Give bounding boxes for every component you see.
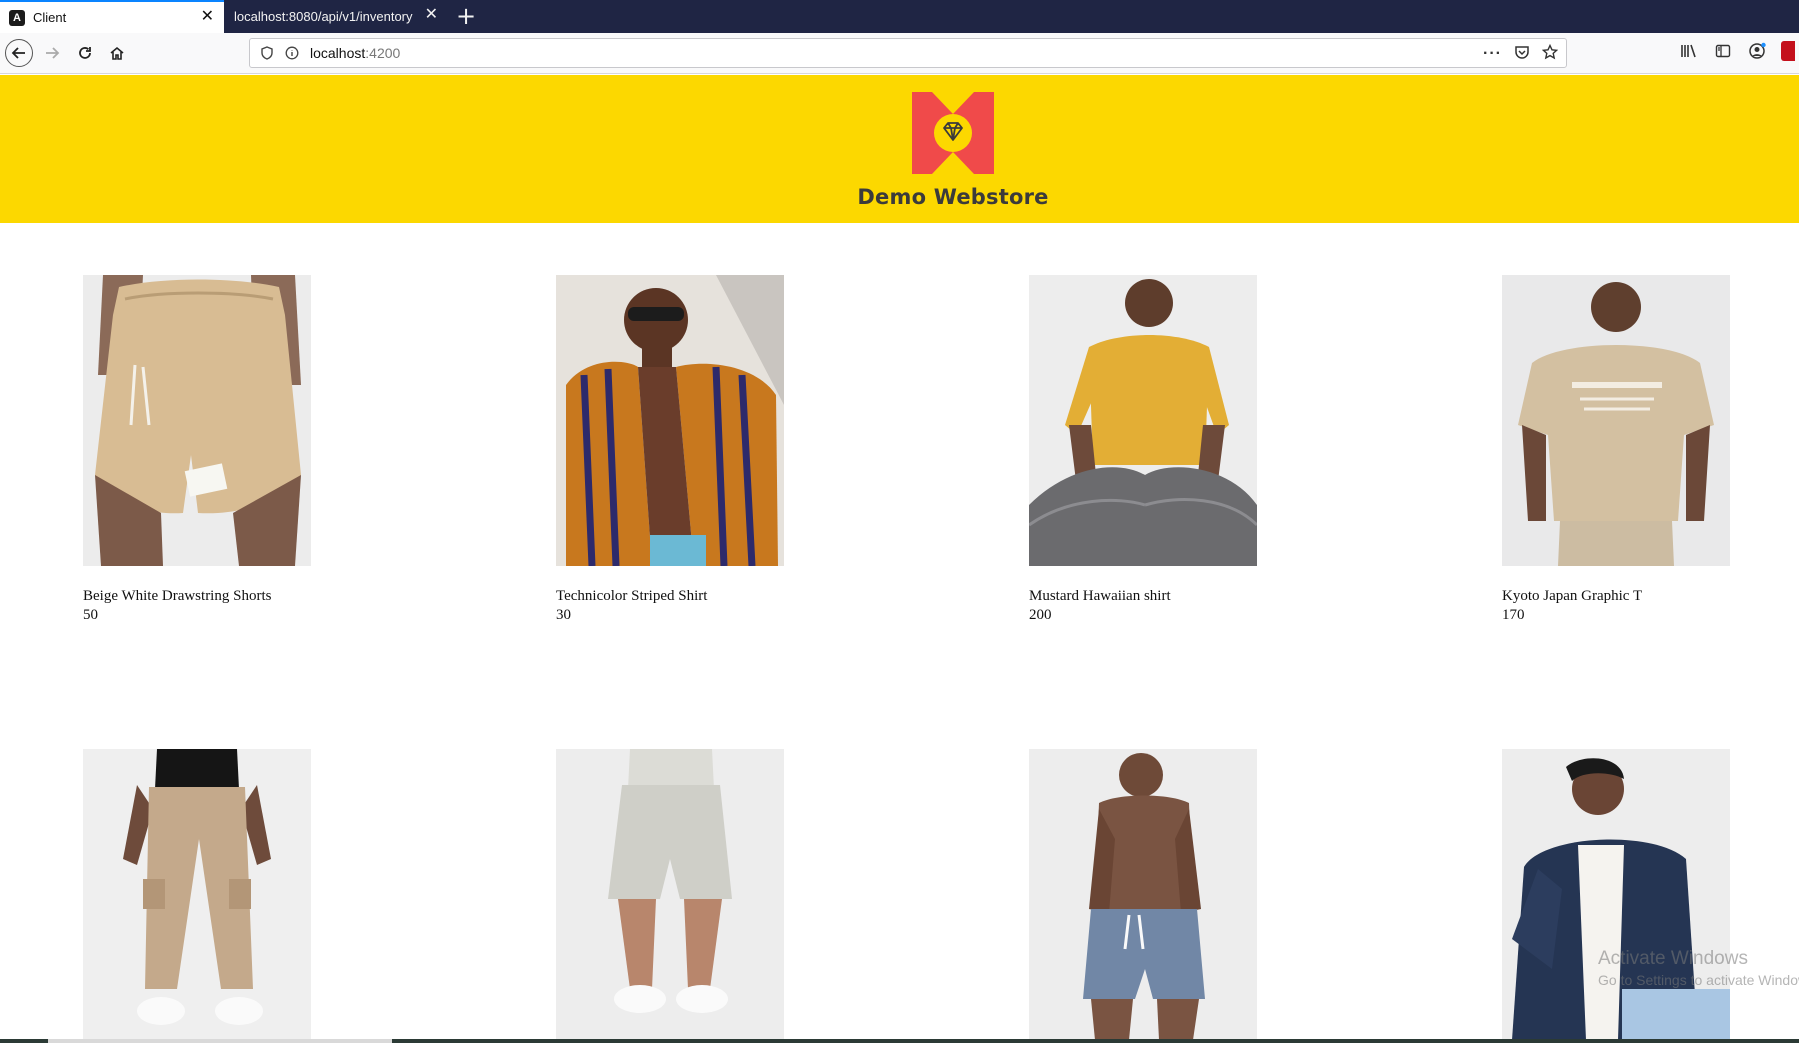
tab-label: localhost:8080/api/v1/inventory	[234, 9, 413, 24]
scrollbar-thumb[interactable]	[48, 1039, 392, 1043]
reload-icon[interactable]	[71, 39, 99, 67]
pocket-icon[interactable]	[1514, 44, 1530, 63]
product-quantity: 30	[556, 607, 571, 623]
product-card[interactable]: Technicolor Striped Shirt 30	[556, 275, 784, 624]
product-card[interactable]: Kyoto Japan Graphic T 170	[1502, 275, 1730, 624]
product-image-striped-shirt[interactable]	[556, 275, 784, 566]
browser-tab-strip: A Client ✕ localhost:8080/api/v1/invento…	[0, 0, 1799, 33]
sidebar-icon[interactable]	[1713, 39, 1733, 63]
product-name: Mustard Hawaiian shirt	[1029, 588, 1171, 604]
product-grid: Beige White Drawstring Shorts 50 Technic…	[0, 223, 1799, 1043]
product-name: Kyoto Japan Graphic T	[1502, 588, 1643, 604]
url-host: localhost	[310, 45, 366, 61]
store-header: Demo Webstore	[0, 75, 1799, 223]
brand-name: Demo Webstore	[857, 185, 1049, 209]
product-card[interactable]: Beige White Drawstring Shorts 50	[83, 275, 311, 624]
address-bar[interactable]: localhost:4200 ···	[249, 38, 1567, 68]
product-card[interactable]	[556, 749, 784, 1040]
url-port: :4200	[365, 45, 401, 61]
close-tab-icon[interactable]: ✕	[201, 9, 214, 25]
angular-icon: A	[9, 9, 25, 26]
url-text: localhost:4200	[310, 45, 400, 61]
bookmark-star-icon[interactable]	[1541, 43, 1559, 63]
tracking-shield-icon[interactable]	[259, 45, 275, 61]
back-arrow-icon[interactable]	[5, 39, 33, 67]
product-image-denim-swim-shorts[interactable]	[1029, 749, 1257, 1040]
product-quantity: 200	[1029, 607, 1052, 623]
watermark-title: Activate Windows	[1598, 948, 1748, 969]
product-card[interactable]: Mustard Hawaiian shirt 200	[1029, 275, 1257, 624]
product-name: Technicolor Striped Shirt	[556, 588, 708, 604]
product-image-kyoto-tee[interactable]	[1502, 275, 1730, 566]
product-card[interactable]	[1029, 749, 1257, 1040]
url-actions: ···	[1483, 43, 1559, 63]
tab-label: Client	[33, 10, 67, 25]
home-icon[interactable]	[103, 39, 131, 67]
product-image-beige-shorts[interactable]	[83, 275, 311, 566]
product-card[interactable]	[83, 749, 311, 1040]
product-image-mustard-shirt[interactable]	[1029, 275, 1257, 566]
product-image-denim-shirt[interactable]	[1502, 749, 1730, 1040]
close-tab-icon[interactable]: ✕	[425, 7, 438, 23]
forward-arrow-icon[interactable]	[38, 39, 66, 67]
tab-client[interactable]: A Client ✕	[0, 0, 224, 33]
page-actions-icon[interactable]: ···	[1483, 45, 1502, 63]
product-name: Beige White Drawstring Shorts	[83, 588, 272, 604]
tab-inventory-api[interactable]: localhost:8080/api/v1/inventory ✕	[224, 0, 448, 33]
watermark-subtitle: Go to Settings to activate Windows.	[1598, 972, 1799, 988]
product-quantity: 50	[83, 607, 98, 623]
product-quantity: 170	[1502, 607, 1525, 623]
browser-toolbar: localhost:4200 ···	[0, 33, 1799, 74]
windows-activation-watermark: Activate Windows Go to Settings to activ…	[1598, 948, 1799, 988]
extension-icon[interactable]	[1781, 41, 1795, 61]
product-image-cargo-trousers[interactable]	[83, 749, 311, 1040]
product-image-grey-shorts[interactable]	[556, 749, 784, 1040]
toolbar-extensions	[1679, 39, 1799, 63]
library-icon[interactable]	[1679, 39, 1699, 63]
new-tab-icon[interactable]: +	[456, 3, 476, 29]
horizontal-scrollbar[interactable]	[0, 1039, 1799, 1043]
account-icon[interactable]	[1747, 39, 1767, 63]
site-info-icon[interactable]	[284, 45, 300, 61]
product-card[interactable]	[1502, 749, 1730, 1040]
diamond-logo-icon	[912, 92, 994, 174]
